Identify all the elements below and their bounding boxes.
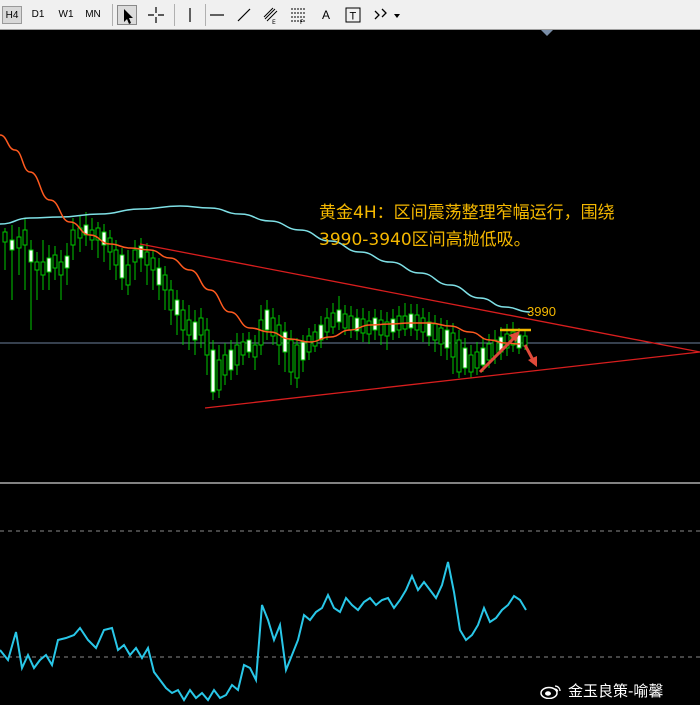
candle-body [408, 313, 414, 329]
timeframe-h4[interactable]: H4 [2, 6, 22, 24]
vertical-line-tool-icon[interactable] [180, 5, 200, 25]
text-label-tool-icon[interactable]: T [343, 5, 363, 25]
arrows-dropdown-icon[interactable] [370, 5, 402, 25]
candle-body [28, 249, 34, 263]
candle-body [312, 331, 318, 347]
candle-body [132, 249, 138, 263]
candle-body [288, 339, 294, 373]
candle-body [174, 299, 180, 316]
timeframe-w1[interactable]: W1 [54, 6, 78, 24]
candle-body [240, 341, 246, 356]
candle-body [9, 239, 15, 251]
trendline-tool-icon[interactable] [234, 5, 254, 25]
candle-body [58, 261, 64, 276]
candle-body [228, 349, 234, 371]
toolbar: H4 D1 W1 MN E F A T [0, 0, 700, 30]
candle-body [420, 317, 426, 333]
candle-body [348, 315, 354, 331]
candle-body [119, 254, 125, 279]
svg-text:T: T [350, 11, 357, 23]
toolbar-separator [205, 4, 206, 26]
candle-body [336, 309, 342, 323]
candle-body [210, 349, 216, 393]
fibonacci-tool-icon[interactable]: F [288, 5, 308, 25]
candle-body [138, 245, 144, 259]
candle-body [52, 254, 58, 269]
weibo-icon [540, 684, 561, 699]
candle-body [22, 229, 28, 246]
candle-body [64, 255, 70, 269]
candle-body [144, 251, 150, 266]
candle-body [216, 359, 222, 391]
svg-text:E: E [272, 19, 276, 25]
candle-body [113, 249, 119, 266]
candle-body [474, 351, 480, 369]
candle-body [150, 257, 156, 271]
candle-body [378, 319, 384, 336]
horizontal-line-tool-icon[interactable] [207, 5, 227, 25]
candle-body [252, 344, 258, 358]
candle-body [390, 318, 396, 333]
candle-body [456, 339, 462, 373]
watermark-text: 金玉良策-喻馨 [568, 682, 664, 700]
candle-body [40, 261, 46, 276]
toolbar-separator [174, 4, 175, 26]
channel-tool-icon[interactable]: E [261, 5, 281, 25]
candle-body [300, 341, 306, 361]
price-level-label: 3990 [527, 304, 556, 319]
candle-body [107, 237, 113, 253]
candle-body [2, 231, 8, 243]
candle-body [486, 343, 492, 361]
toolbar-separator [112, 4, 113, 26]
annotation-line-2: 3990-3940区间高抛低吸。 [319, 230, 531, 250]
candle-body [258, 319, 264, 346]
candle-body [282, 331, 288, 353]
candle-body [306, 335, 312, 353]
candle-body [372, 317, 378, 331]
candle-body [234, 344, 240, 366]
candle-body [246, 339, 252, 353]
candle-body [366, 320, 372, 335]
candle-body [480, 347, 486, 366]
candle-body [294, 344, 300, 379]
candle-body [342, 313, 348, 329]
candle-body [34, 261, 40, 271]
candle-body [162, 274, 168, 291]
analysis-annotation: 黄金4H：区间震荡整理窄幅运行，围绕 3990-3940区间高抛低吸。 [319, 200, 689, 254]
timeframe-mn[interactable]: MN [81, 6, 105, 24]
crosshair-tool-icon[interactable] [146, 5, 166, 25]
candle-body [450, 332, 456, 358]
candle-body [462, 347, 468, 369]
candle-body [186, 319, 192, 336]
candle-body [426, 321, 432, 337]
candle-body [204, 329, 210, 356]
candle-body [444, 329, 450, 349]
annotation-line-1: 黄金4H：区间震荡整理窄幅运行，围绕 [319, 203, 615, 223]
candle-body [198, 317, 204, 336]
candle-body [468, 354, 474, 373]
candle-body [192, 321, 198, 341]
candle-body [438, 327, 444, 345]
candle-body [324, 317, 330, 333]
candle-body [432, 323, 438, 341]
chart-canvas[interactable] [0, 30, 700, 705]
watermark: 金玉良策-喻馨 [540, 680, 663, 701]
candle-body [70, 229, 76, 246]
candle-body [264, 309, 270, 331]
candle-body [222, 354, 228, 376]
candle-body [168, 289, 174, 311]
candle-body [125, 264, 131, 286]
candle-body [330, 312, 336, 328]
candle-body [156, 267, 162, 286]
svg-text:F: F [300, 19, 304, 25]
candle-body [16, 236, 22, 249]
text-tool[interactable]: A [316, 5, 336, 25]
candle-body [46, 257, 52, 273]
cursor-tool-icon[interactable] [117, 5, 137, 25]
candle-body [180, 309, 186, 331]
timeframe-d1[interactable]: D1 [28, 6, 48, 24]
